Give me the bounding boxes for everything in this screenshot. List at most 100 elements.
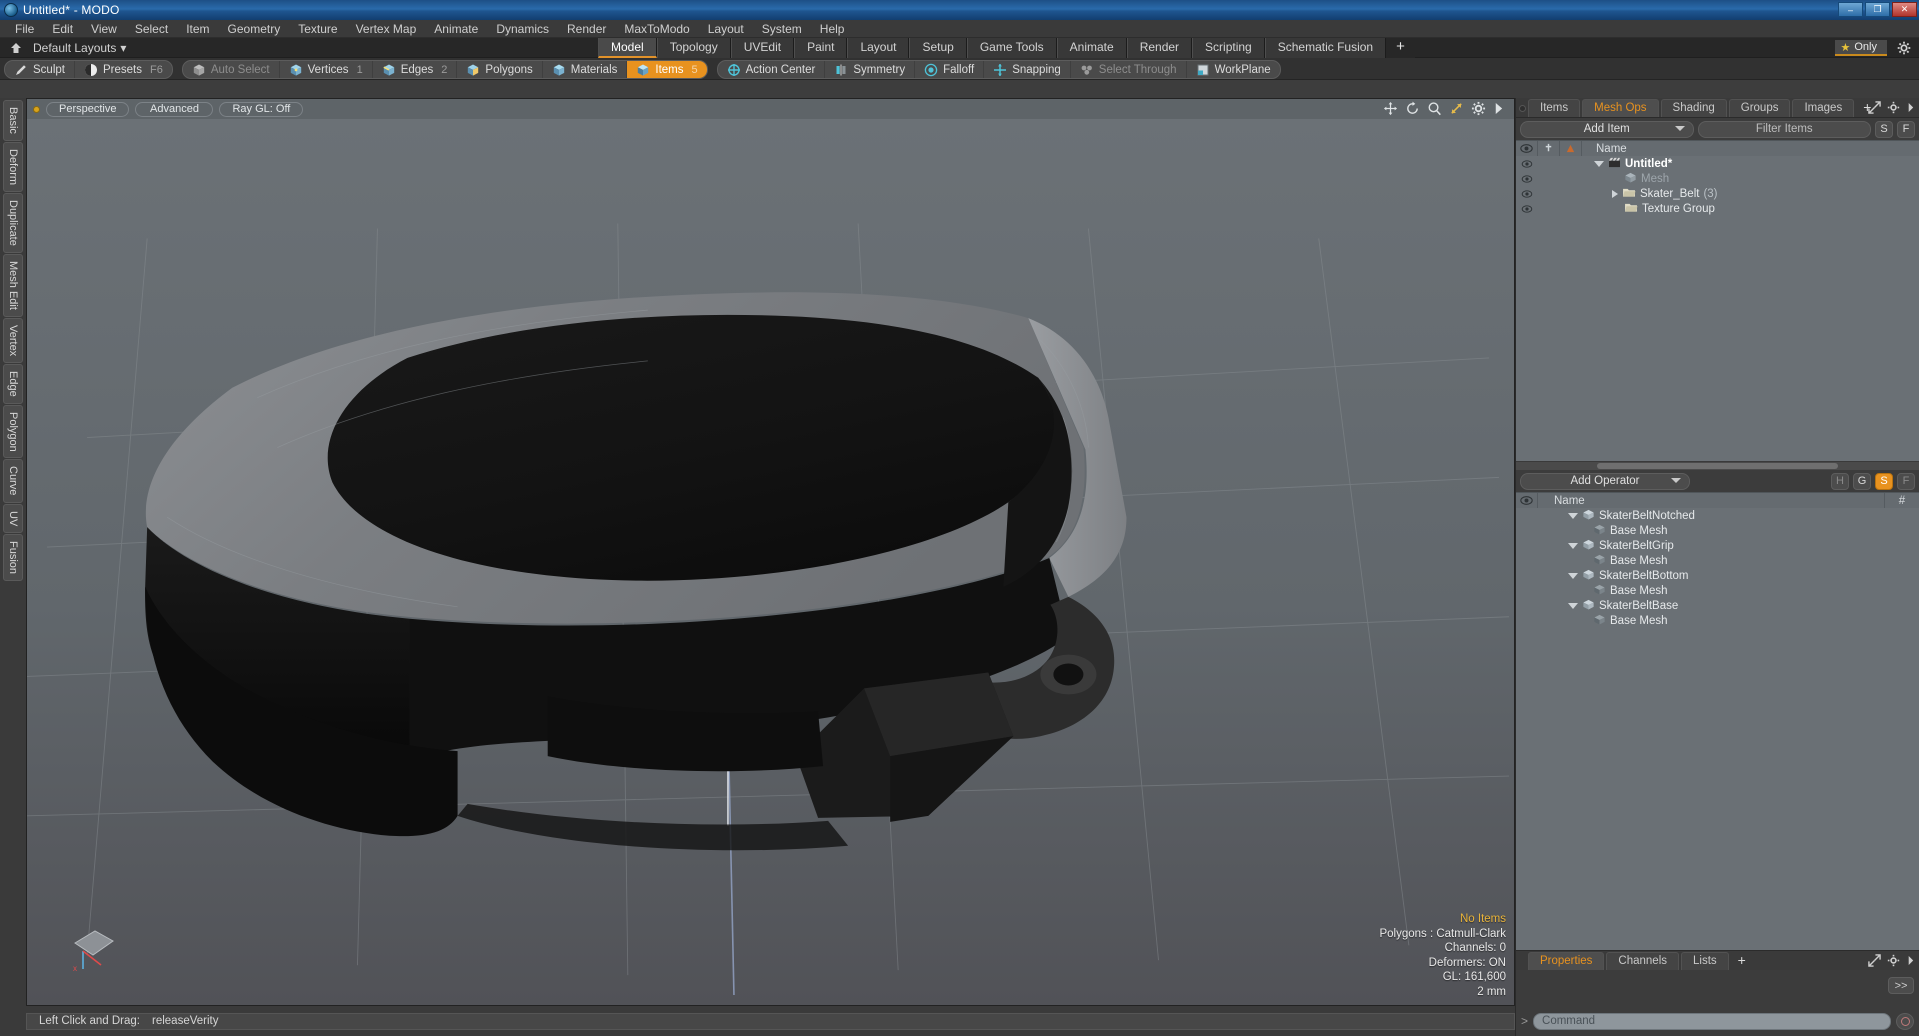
list-item[interactable]: Base Mesh (1516, 553, 1919, 568)
sidebar-item-edge[interactable]: Edge (3, 363, 23, 404)
tab-groups[interactable]: Groups (1728, 99, 1791, 117)
tab-render[interactable]: Render (1126, 38, 1193, 58)
fit-icon[interactable] (1449, 101, 1464, 116)
rotate-icon[interactable] (1405, 101, 1420, 116)
col-lock-icon[interactable] (1538, 140, 1560, 157)
sidebar-item-deform[interactable]: Deform (3, 141, 23, 192)
play-icon[interactable] (1493, 101, 1508, 116)
tab-setup[interactable]: Setup (909, 38, 967, 58)
gear-icon[interactable] (1887, 101, 1900, 117)
items-button[interactable]: Items 5 (627, 61, 707, 78)
default-layouts-dropdown[interactable]: Default Layouts ▾ (27, 41, 132, 55)
record-icon[interactable] (1896, 1012, 1914, 1030)
add-operator-button[interactable]: Add Operator (1520, 472, 1690, 490)
list-item[interactable]: Base Mesh (1516, 613, 1919, 628)
expand-icon[interactable] (1868, 954, 1881, 970)
list-item[interactable]: Base Mesh (1516, 583, 1919, 598)
list-item[interactable]: SkaterBeltGrip (1516, 538, 1919, 553)
tab-topology[interactable]: Topology (656, 38, 731, 58)
workplane-button[interactable]: WorkPlane (1187, 61, 1280, 78)
menu-edit[interactable]: Edit (43, 21, 82, 37)
row-eye-icon[interactable] (1516, 174, 1538, 183)
home-icon[interactable] (8, 40, 24, 56)
items-list[interactable]: Untitled* Mesh Skater_Belt (3) Texture G… (1516, 156, 1919, 461)
menu-animate[interactable]: Animate (425, 21, 487, 37)
vertices-button[interactable]: Vertices 1 (280, 61, 373, 78)
menu-item[interactable]: Item (177, 21, 218, 37)
tab-shading[interactable]: Shading (1660, 99, 1727, 117)
command-input[interactable]: Command (1533, 1012, 1891, 1030)
action-center-button[interactable]: Action Center (718, 61, 826, 78)
ops-toggle-g[interactable]: G (1853, 472, 1871, 490)
panel-menu-dot-icon[interactable] (1519, 105, 1526, 112)
sidebar-item-fusion[interactable]: Fusion (3, 534, 23, 582)
tab-lists[interactable]: Lists (1681, 952, 1729, 970)
select-through-button[interactable]: Select Through (1071, 61, 1187, 78)
menu-system[interactable]: System (753, 21, 811, 37)
presets-button[interactable]: Presets F6 (75, 61, 172, 78)
col-name-header[interactable]: Name (1582, 141, 1919, 157)
close-button[interactable]: ✕ (1892, 2, 1917, 17)
table-row[interactable]: Skater_Belt (3) (1516, 186, 1919, 201)
tab-items[interactable]: Items (1528, 99, 1581, 117)
table-row[interactable]: Mesh (1516, 171, 1919, 186)
zoom-icon[interactable] (1427, 101, 1442, 116)
materials-button[interactable]: Materials (543, 61, 628, 78)
twirl-down-icon[interactable] (1568, 602, 1578, 609)
ops-toggle-h[interactable]: H (1831, 472, 1849, 490)
twirl-down-icon[interactable] (1568, 572, 1578, 579)
add-layout-tab-button[interactable]: + (1386, 38, 1415, 58)
sidebar-item-curve[interactable]: Curve (3, 459, 23, 503)
menu-dynamics[interactable]: Dynamics (487, 21, 558, 37)
col-visibility-eye-icon[interactable] (1516, 492, 1538, 509)
list-item[interactable]: SkaterBeltNotched (1516, 508, 1919, 523)
table-row[interactable]: Texture Group (1516, 201, 1919, 216)
filter-items-input[interactable]: Filter Items (1697, 120, 1871, 138)
sidebar-item-duplicate[interactable]: Duplicate (3, 192, 23, 253)
3d-viewport[interactable]: x No Items Polygons : Catmull-Clark Chan… (27, 119, 1514, 1005)
chevron-down-icon[interactable] (1674, 125, 1685, 131)
list-item[interactable]: SkaterBeltBottom (1516, 568, 1919, 583)
twirl-down-icon[interactable] (1568, 512, 1578, 519)
tab-scripting[interactable]: Scripting (1192, 38, 1265, 58)
row-eye-icon[interactable] (1516, 204, 1538, 213)
ops-list[interactable]: SkaterBeltNotched Base Mesh SkaterBeltGr… (1516, 508, 1919, 950)
row-eye-icon[interactable] (1516, 159, 1538, 168)
chevron-right-icon[interactable] (1906, 101, 1915, 117)
symmetry-button[interactable]: Symmetry (825, 61, 916, 78)
move-icon[interactable] (1383, 101, 1398, 116)
edges-button[interactable]: Edges 2 (373, 61, 458, 78)
only-toggle-button[interactable]: ★ Only (1834, 40, 1887, 56)
tab-model[interactable]: Model (598, 38, 657, 58)
col-name-header[interactable]: Name (1538, 492, 1885, 509)
tab-mesh-ops[interactable]: Mesh Ops (1582, 99, 1659, 117)
tab-layout[interactable]: Layout (847, 38, 910, 58)
menu-vertex-map[interactable]: Vertex Map (347, 21, 426, 37)
twirl-down-icon[interactable] (1568, 542, 1578, 549)
menu-maxtomodo[interactable]: MaxToModo (615, 21, 698, 37)
menu-file[interactable]: File (6, 21, 43, 37)
tab-uvedit[interactable]: UVEdit (730, 38, 795, 58)
minimize-button[interactable]: – (1838, 2, 1863, 17)
falloff-button[interactable]: Falloff (915, 61, 985, 78)
twirl-down-icon[interactable] (1594, 160, 1604, 167)
expand-icon[interactable] (1868, 101, 1881, 117)
tab-game-tools[interactable]: Game Tools (966, 38, 1057, 58)
viewport-menu-dot-icon[interactable] (33, 105, 40, 113)
polygons-button[interactable]: Polygons (457, 61, 543, 78)
sculpt-button[interactable]: Sculpt (5, 61, 75, 78)
menu-select[interactable]: Select (126, 21, 177, 37)
snapping-button[interactable]: Snapping (984, 61, 1071, 78)
tab-schematic-fusion[interactable]: Schematic Fusion (1264, 38, 1387, 58)
ops-toggle-s[interactable]: S (1875, 472, 1893, 490)
sidebar-item-polygon[interactable]: Polygon (3, 404, 23, 459)
menu-layout[interactable]: Layout (699, 21, 753, 37)
filter-s-button[interactable]: S (1875, 120, 1893, 138)
tab-images[interactable]: Images (1792, 99, 1855, 117)
properties-expand-button[interactable]: >> (1888, 977, 1914, 994)
twirl-right-icon[interactable] (1612, 189, 1618, 198)
list-item[interactable]: Base Mesh (1516, 523, 1919, 538)
sidebar-item-vertex[interactable]: Vertex (3, 317, 23, 363)
col-render-icon[interactable] (1560, 140, 1582, 157)
table-row[interactable]: Untitled* (1516, 156, 1919, 171)
